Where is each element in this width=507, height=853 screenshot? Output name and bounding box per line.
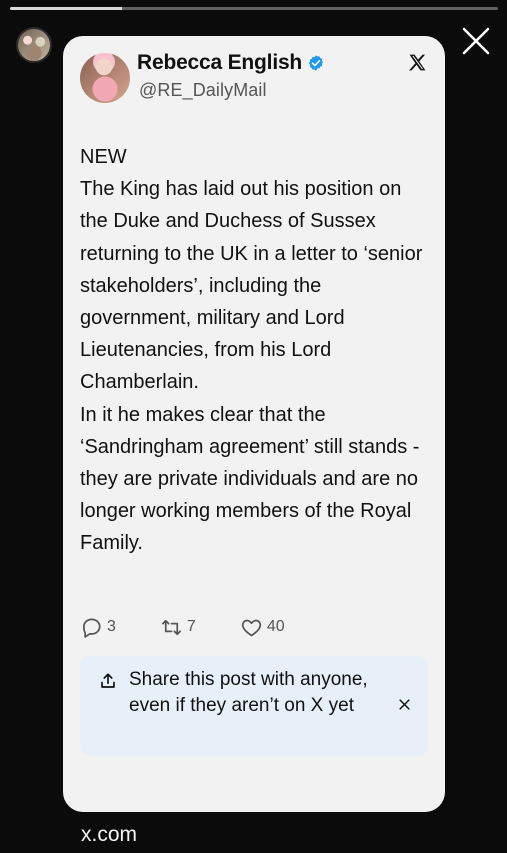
close-icon[interactable] <box>397 697 412 712</box>
repost-count: 7 <box>186 618 196 635</box>
share-banner-text: Share this post with anyone, even if the… <box>129 669 368 716</box>
repost-action[interactable]: 7 <box>160 616 196 639</box>
author-avatar[interactable] <box>80 53 130 103</box>
footer-url[interactable]: x.com <box>81 823 137 847</box>
close-button[interactable] <box>457 22 495 60</box>
close-icon <box>462 27 490 55</box>
x-logo-icon[interactable] <box>408 53 427 72</box>
tweet-author: Rebecca English @RE_DailyMail <box>80 50 430 106</box>
tweet-card[interactable]: Rebecca English @RE_DailyMail NEW The Ki… <box>63 36 445 812</box>
verified-badge-icon <box>309 55 324 71</box>
share-icon <box>101 673 115 688</box>
display-name-row: Rebecca English <box>137 50 325 76</box>
share-banner[interactable]: Share this post with anyone, even if the… <box>80 656 428 756</box>
tweet-text: NEW The King has laid out his position o… <box>80 146 423 555</box>
story-progress-bar <box>10 7 498 10</box>
display-name[interactable]: Rebecca English <box>137 51 302 75</box>
reply-count: 3 <box>107 618 116 635</box>
like-count: 40 <box>266 618 285 635</box>
like-action[interactable]: 40 <box>240 616 285 639</box>
story-avatar[interactable] <box>16 27 52 63</box>
repost-icon <box>161 619 181 635</box>
tweet-stats: 3 7 40 <box>80 615 400 639</box>
tweet-handle[interactable]: @RE_DailyMail <box>139 80 267 101</box>
reply-icon <box>82 617 101 638</box>
reply-action[interactable]: 3 <box>80 616 116 639</box>
story-progress-fill <box>10 7 123 10</box>
heart-icon <box>241 619 261 636</box>
